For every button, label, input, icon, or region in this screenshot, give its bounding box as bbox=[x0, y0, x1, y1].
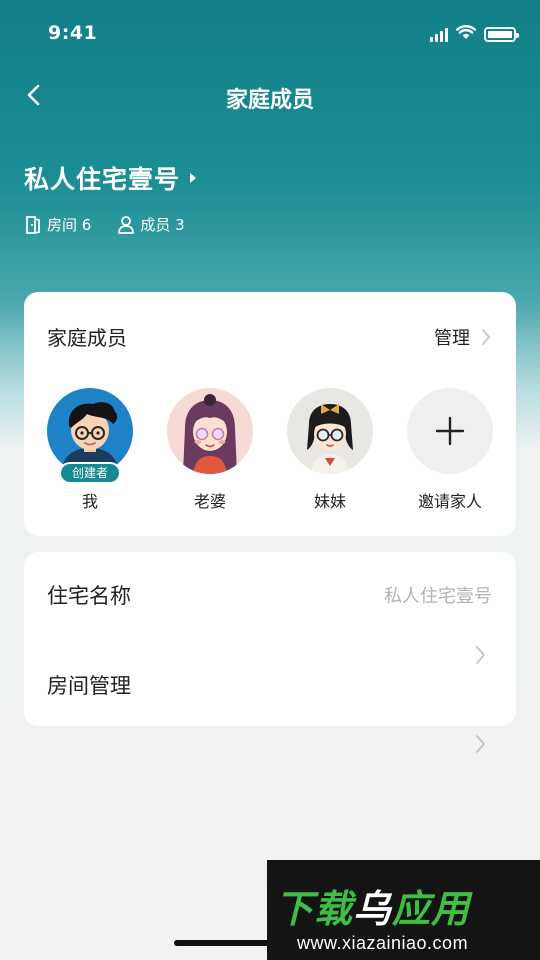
battery-icon bbox=[484, 27, 519, 42]
members-count: 成员 3 bbox=[140, 216, 185, 234]
member-name: 妹妹 bbox=[313, 492, 346, 511]
home-name-row[interactable]: 住宅名称 私人住宅壹号 bbox=[47, 580, 492, 610]
creator-badge: 创建者 bbox=[59, 462, 121, 484]
home-name: 私人住宅壹号 bbox=[24, 165, 181, 194]
signal-icon bbox=[430, 27, 448, 42]
invite-family-button[interactable]: 邀请家人 bbox=[406, 388, 494, 512]
plus-icon bbox=[435, 416, 465, 446]
door-icon bbox=[26, 215, 40, 234]
home-info-card: 住宅名称 私人住宅壹号 房间管理 bbox=[24, 552, 516, 726]
person-icon bbox=[118, 216, 135, 234]
room-manage-label: 房间管理 bbox=[47, 674, 131, 698]
member-item[interactable]: 妹妹 bbox=[286, 388, 374, 512]
room-manage-row[interactable]: 房间管理 bbox=[47, 670, 492, 700]
home-switcher[interactable]: 私人住宅壹号 bbox=[24, 160, 198, 196]
watermark: 下载乌应用 www.xiazainiao.com bbox=[267, 860, 540, 960]
watermark-title: 下载乌应用 bbox=[275, 878, 470, 933]
status-icons bbox=[430, 25, 519, 44]
manage-label: 管理 bbox=[434, 327, 470, 349]
invite-label: 邀请家人 bbox=[417, 492, 482, 511]
girl-with-bow-avatar bbox=[287, 388, 373, 474]
girl-long-hair-avatar bbox=[167, 388, 253, 474]
caret-right-icon bbox=[190, 173, 197, 183]
home-name-value: 私人住宅壹号 bbox=[384, 586, 492, 607]
page-title: 家庭成员 bbox=[225, 88, 314, 113]
members-list: 创建者 我 老婆 妹妹 邀请家人 bbox=[46, 388, 494, 512]
chevron-right-icon[interactable] bbox=[474, 644, 488, 666]
members-stat: 成员 3 bbox=[117, 214, 185, 235]
chevron-right-icon[interactable] bbox=[474, 733, 488, 755]
chevron-right-icon bbox=[482, 328, 490, 345]
rooms-stat: 房间 6 bbox=[24, 214, 91, 235]
status-time: 9:41 bbox=[48, 22, 98, 44]
rooms-count: 房间 6 bbox=[47, 216, 92, 234]
home-name-label: 住宅名称 bbox=[47, 584, 131, 608]
member-item[interactable]: 老婆 bbox=[166, 388, 254, 512]
members-card: 家庭成员 管理 创建者 我 老婆 妹妹 邀请家人 bbox=[24, 292, 516, 536]
watermark-title-part: 乌 bbox=[353, 887, 393, 931]
boy-with-glasses-avatar: 创建者 bbox=[47, 388, 133, 484]
nav-bar: 家庭成员 bbox=[0, 72, 540, 120]
wifi-icon bbox=[456, 25, 476, 44]
members-card-header: 家庭成员 管理 bbox=[47, 322, 492, 351]
home-stats: 房间 6 成员 3 bbox=[24, 214, 198, 235]
member-item[interactable]: 创建者 我 bbox=[46, 388, 134, 512]
member-name: 老婆 bbox=[193, 492, 226, 511]
manage-button[interactable]: 管理 bbox=[434, 324, 492, 350]
home-header: 私人住宅壹号 房间 6 成员 3 bbox=[24, 160, 198, 235]
watermark-title-part: 下载 bbox=[275, 887, 354, 931]
members-card-title: 家庭成员 bbox=[47, 326, 127, 350]
invite-circle bbox=[407, 388, 493, 474]
watermark-url: www.xiazainiao.com bbox=[297, 933, 469, 953]
member-name: 我 bbox=[81, 492, 98, 511]
status-bar: 9:41 bbox=[0, 0, 540, 60]
watermark-title-part: 应用 bbox=[392, 887, 471, 931]
